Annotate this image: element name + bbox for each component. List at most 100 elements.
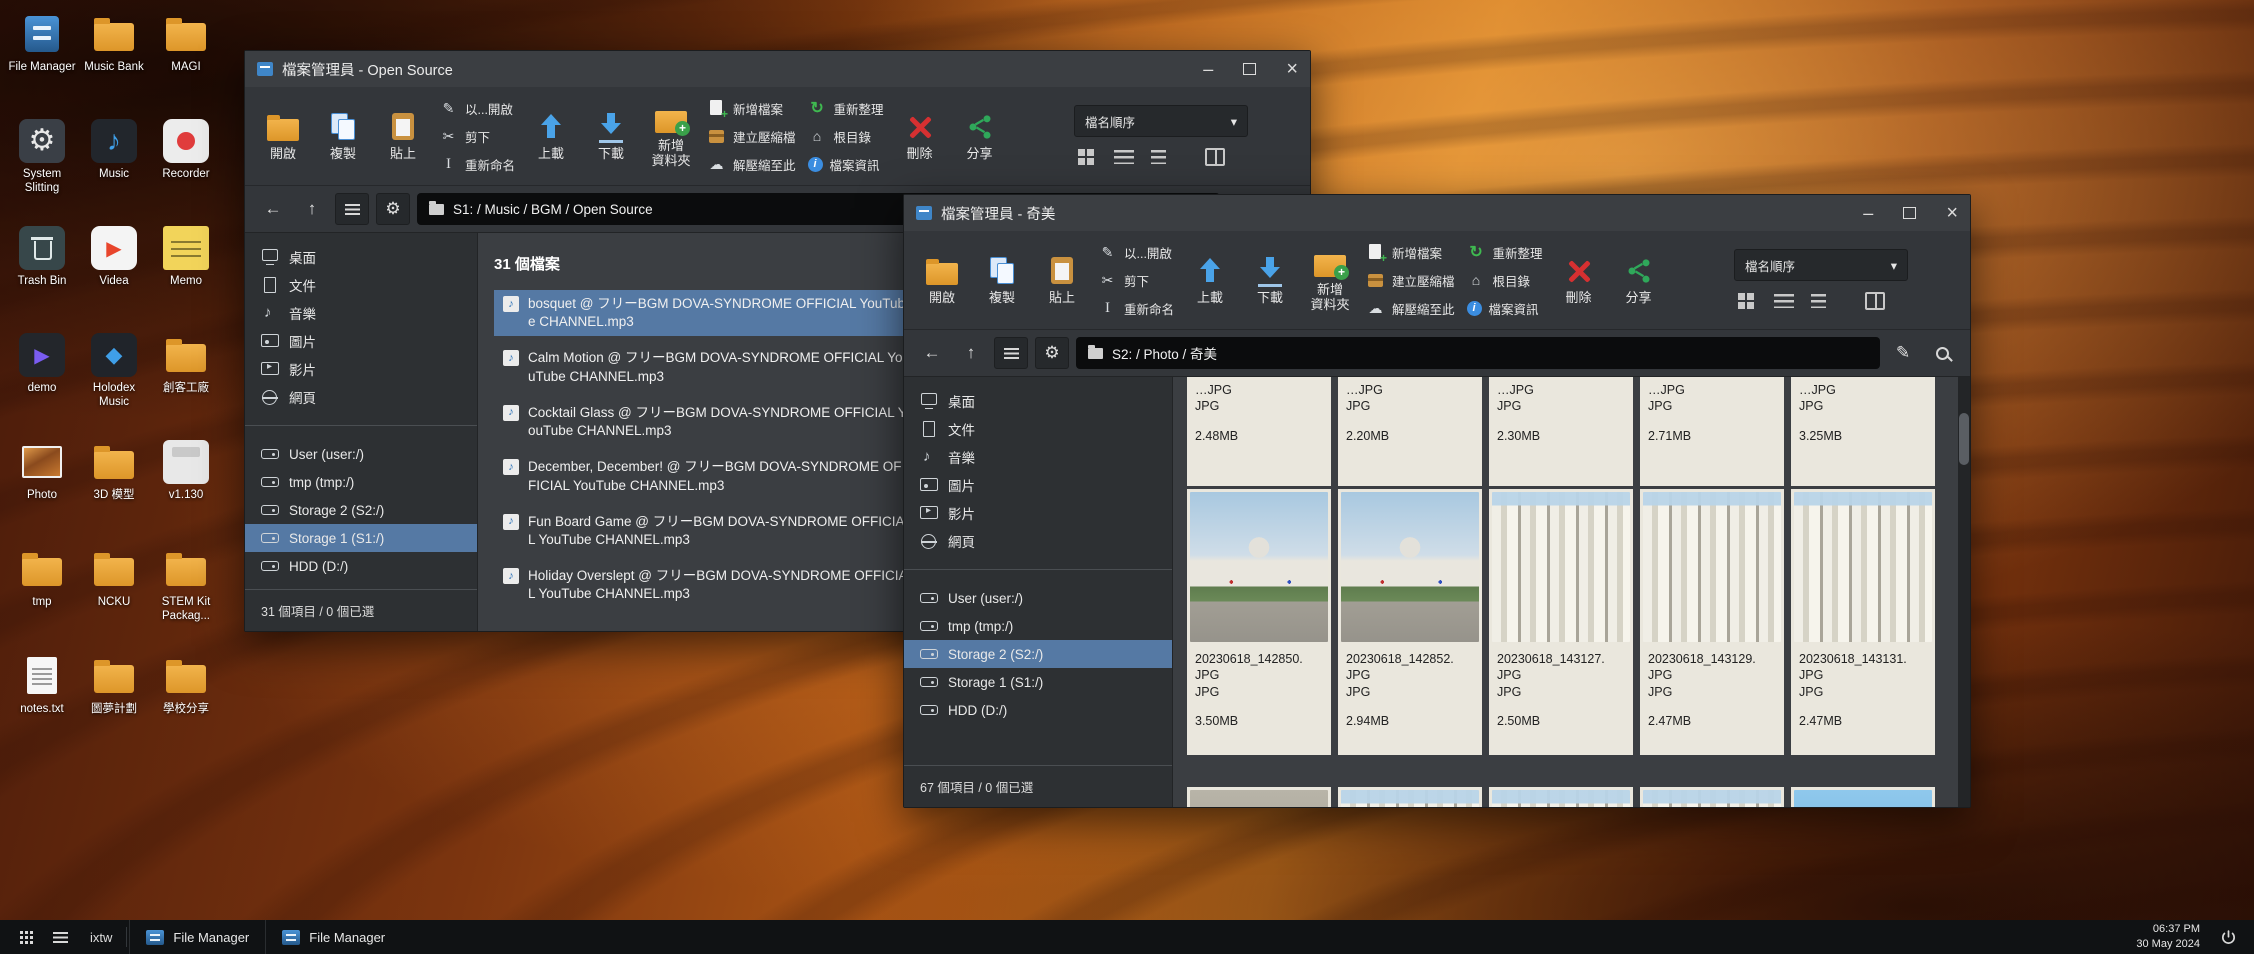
desktop-icon[interactable]: 圖夢計劃 (78, 654, 150, 761)
root-button[interactable]: ⌂ 根目錄 (1467, 267, 1543, 293)
photo-tile[interactable]: 20230618_143127.JPG JPG 2.50MB (1489, 489, 1633, 755)
desktop-icon[interactable]: NCKU (78, 547, 150, 654)
open-button[interactable]: 開啟 (259, 111, 307, 162)
photo-tile[interactable]: 20230618_143131.JPG JPG 2.47MB (1791, 489, 1935, 755)
cut-button[interactable]: ✂ 剪下 (439, 123, 515, 149)
photo-tile[interactable] (1489, 787, 1633, 807)
sort-dropdown[interactable]: 檔名順序 ▾ (1074, 105, 1248, 137)
new-file-button[interactable]: 新增檔案 (707, 95, 796, 121)
photo-tile[interactable] (1791, 787, 1935, 807)
sidebar-drive-item[interactable]: HDD (D:/) (904, 696, 1172, 724)
sidebar-drive-item[interactable]: tmp (tmp:/) (904, 612, 1172, 640)
desktop-icon[interactable]: Trash Bin (6, 226, 78, 333)
sidebar-place-item[interactable]: 圖片 (245, 327, 477, 355)
desktop-icon[interactable]: Holodex Music (78, 333, 150, 440)
file-row[interactable]: ♪ December, December! @ フリーBGM DOVA-SYND… (494, 453, 930, 499)
extract-here-button[interactable]: ☁ 解壓縮至此 (1366, 295, 1455, 321)
view-compact-button[interactable] (1150, 147, 1167, 167)
keyboard-layout-indicator[interactable]: ixtw (78, 930, 124, 945)
share-button[interactable]: 分享 (1615, 255, 1663, 306)
clock[interactable]: 06:37 PM 30 May 2024 (2136, 922, 2200, 952)
sidebar-drive-item[interactable]: Storage 1 (S1:/) (245, 524, 477, 552)
vertical-scrollbar[interactable] (1958, 377, 1970, 807)
file-row[interactable]: ♪ bosquet @ フリーBGM DOVA-SYNDROME OFFICIA… (494, 290, 930, 336)
root-button[interactable]: ⌂ 根目錄 (808, 123, 884, 149)
desktop-icon[interactable]: Music (78, 119, 150, 226)
minimize-button[interactable]: – (1203, 60, 1213, 78)
photo-tile[interactable]: …JPG JPG 3.25MB (1791, 377, 1935, 486)
sidebar-drive-item[interactable]: Storage 2 (S2:/) (245, 496, 477, 524)
desktop-icon[interactable]: Recorder (150, 119, 222, 226)
desktop-icon[interactable]: Memo (150, 226, 222, 333)
desktop-icon[interactable]: 3D 模型 (78, 440, 150, 547)
sidebar-place-item[interactable]: 影片 (904, 499, 1172, 527)
path-input[interactable]: S2: / Photo / 奇美 (1076, 337, 1880, 369)
app-launcher-button[interactable] (10, 920, 42, 954)
desktop-icon[interactable]: tmp (6, 547, 78, 654)
sidebar-drive-item[interactable]: User (user:/) (904, 584, 1172, 612)
desktop-icon[interactable]: Videa (78, 226, 150, 333)
sidebar-place-item[interactable]: 網頁 (904, 527, 1172, 555)
sidebar-drive-item[interactable]: Storage 1 (S1:/) (904, 668, 1172, 696)
rename-button[interactable]: I 重新命名 (439, 151, 515, 177)
delete-button[interactable]: 刪除 (1555, 255, 1603, 306)
extract-here-button[interactable]: ☁ 解壓縮至此 (707, 151, 796, 177)
sidebar-drive-item[interactable]: User (user:/) (245, 440, 477, 468)
maximize-button[interactable] (1243, 63, 1256, 75)
photo-tile[interactable]: 20230618_142850.JPG JPG 3.50MB (1187, 489, 1331, 755)
photo-tile[interactable]: …JPG JPG 2.48MB (1187, 377, 1331, 486)
refresh-button[interactable]: ↻ 重新整理 (808, 95, 884, 121)
photo-grid-panel[interactable]: …JPG JPG 2.48MB …JPG JPG 2.20MB …JPG JPG… (1173, 377, 1970, 807)
taskbar-app-button[interactable]: File Manager (129, 920, 265, 954)
maximize-button[interactable] (1903, 207, 1916, 219)
close-button[interactable]: × (1286, 59, 1298, 79)
file-row[interactable]: ♪ Fun Board Game @ フリーBGM DOVA-SYNDROME … (494, 508, 930, 554)
minimize-button[interactable]: – (1863, 204, 1873, 222)
photo-tile[interactable]: …JPG JPG 2.20MB (1338, 377, 1482, 486)
desktop-icon[interactable]: demo (6, 333, 78, 440)
desktop-icon[interactable]: Photo (6, 440, 78, 547)
power-button[interactable] (2212, 920, 2244, 954)
photo-tile[interactable] (1187, 787, 1331, 807)
cut-button[interactable]: ✂ 剪下 (1098, 267, 1174, 293)
upload-button[interactable]: 上載 (527, 111, 575, 162)
search-button[interactable] (1926, 338, 1958, 368)
sidebar-place-item[interactable]: 文件 (245, 271, 477, 299)
edit-path-button[interactable]: ✎ (1887, 338, 1919, 368)
photo-tile[interactable]: …JPG JPG 2.30MB (1489, 377, 1633, 486)
settings-button[interactable]: ⚙ (376, 193, 410, 225)
photo-tile[interactable]: 20230618_142852.JPG JPG 2.94MB (1338, 489, 1482, 755)
desktop-icon[interactable]: 學校分享 (150, 654, 222, 761)
photo-tile[interactable]: 20230618_143129.JPG JPG 2.47MB (1640, 489, 1784, 755)
view-columns-button[interactable] (1863, 291, 1887, 311)
desktop-icon[interactable]: Music Bank (78, 12, 150, 119)
download-button[interactable]: 下載 (587, 111, 635, 162)
desktop-icon[interactable]: v1.130 (150, 440, 222, 547)
sidebar-place-item[interactable]: 桌面 (904, 387, 1172, 415)
view-list-button[interactable] (1772, 291, 1796, 311)
view-columns-button[interactable] (1203, 147, 1227, 167)
view-compact-button[interactable] (1810, 291, 1827, 311)
up-button[interactable]: ↑ (296, 194, 328, 224)
file-row[interactable]: ♪ Calm Motion @ フリーBGM DOVA-SYNDROME OFF… (494, 344, 930, 390)
desktop-icon[interactable]: System Slitting (6, 119, 78, 226)
sidebar-drive-item[interactable]: tmp (tmp:/) (245, 468, 477, 496)
file-info-button[interactable]: i 檔案資訊 (808, 151, 884, 177)
desktop-icon[interactable]: notes.txt (6, 654, 78, 761)
desktop-icon[interactable]: STEM Kit Packag... (150, 547, 222, 654)
desktop-icon[interactable]: MAGI (150, 12, 222, 119)
scrollbar-thumb[interactable] (1959, 413, 1969, 465)
sidebar-drive-item[interactable]: Storage 2 (S2:/) (904, 640, 1172, 668)
sidebar-place-item[interactable]: 文件 (904, 415, 1172, 443)
settings-button[interactable]: ⚙ (1035, 337, 1069, 369)
sidebar-place-item[interactable]: 音樂 (245, 299, 477, 327)
sort-dropdown[interactable]: 檔名順序 ▾ (1734, 249, 1908, 281)
create-archive-button[interactable]: 建立壓縮檔 (1366, 267, 1455, 293)
sidebar-place-item[interactable]: 桌面 (245, 243, 477, 271)
sidebar-place-item[interactable]: 影片 (245, 355, 477, 383)
rename-button[interactable]: I 重新命名 (1098, 295, 1174, 321)
paste-button[interactable]: 貼上 (379, 111, 427, 162)
share-button[interactable]: 分享 (956, 111, 1004, 162)
file-row[interactable]: ♪ Holiday Overslept @ フリーBGM DOVA-SYNDRO… (494, 562, 930, 608)
task-menu-button[interactable] (44, 920, 76, 954)
